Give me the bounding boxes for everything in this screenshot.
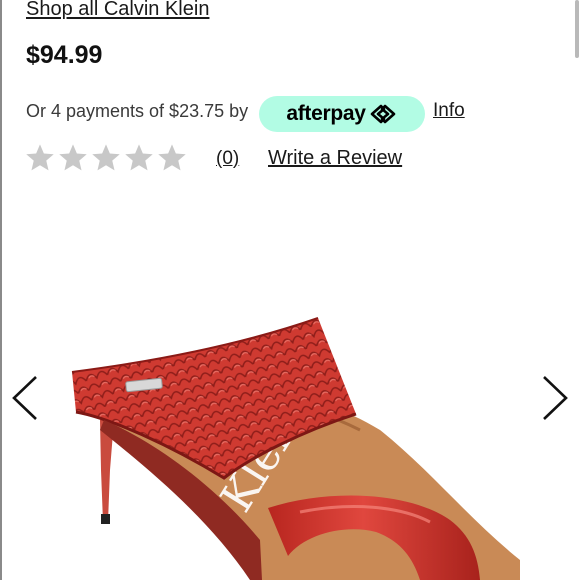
star-empty-icon [125,144,153,171]
afterpay-info-link[interactable]: Info [433,100,465,122]
product-price: $94.99 [26,41,103,69]
carousel-next-button[interactable] [540,375,570,421]
shop-brand-link[interactable]: Shop all Calvin Klein [26,0,209,21]
star-empty-icon [158,144,186,171]
write-review-link[interactable]: Write a Review [268,147,402,170]
afterpay-arrows-icon [370,104,395,124]
review-count-link[interactable]: (0) [216,148,239,170]
installments-text: Or 4 payments of $23.75 by [26,101,249,121]
carousel-prev-button[interactable] [10,375,40,421]
chevron-left-icon [12,376,37,420]
afterpay-badge[interactable]: afterpay [259,96,425,132]
afterpay-wordmark: afterpay [286,102,366,125]
product-image[interactable]: Klein [0,200,580,580]
scrollbar-thumb[interactable] [575,0,579,58]
chevron-right-icon [543,376,568,420]
star-empty-icon [59,144,87,171]
star-empty-icon [26,144,54,171]
rating-stars[interactable] [24,142,188,174]
star-empty-icon [92,144,120,171]
